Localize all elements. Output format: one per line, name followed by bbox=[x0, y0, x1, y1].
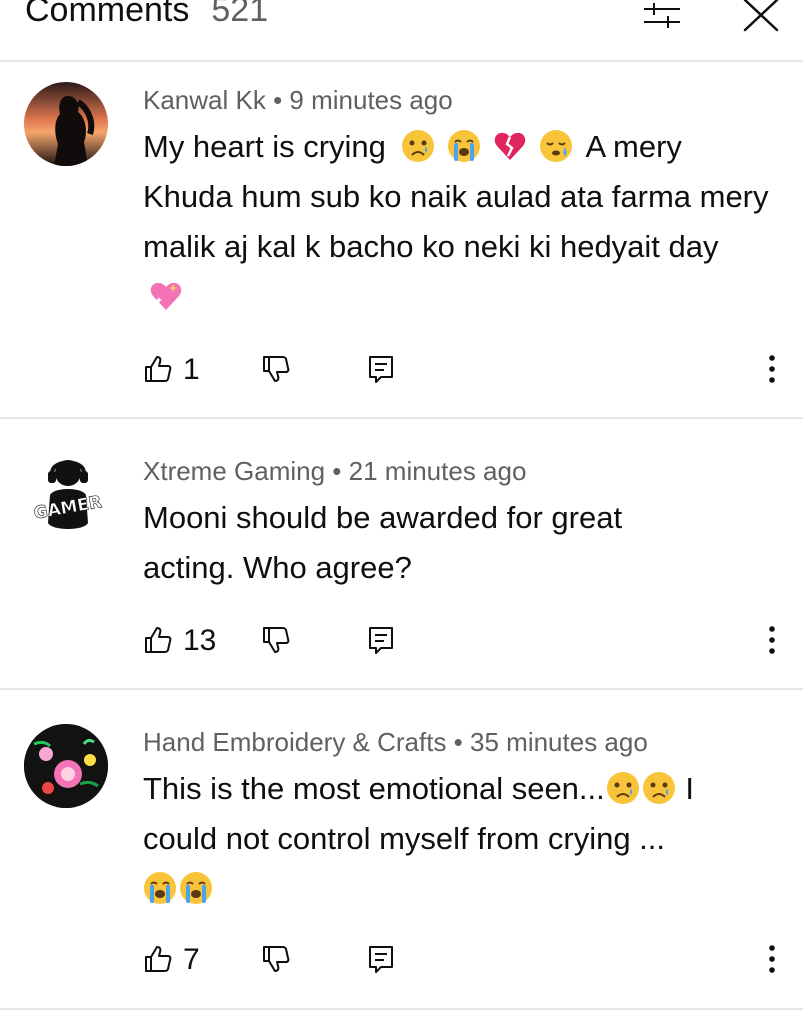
like-count: 7 bbox=[183, 943, 200, 976]
more-vert-icon[interactable] bbox=[763, 352, 781, 386]
thumbs-down-icon[interactable] bbox=[261, 354, 291, 384]
comment-item: Kanwal Kk • 9 minutes ago My heart is cr… bbox=[0, 62, 803, 418]
more-vert-icon[interactable] bbox=[763, 942, 781, 976]
crying-face-emoji bbox=[180, 872, 212, 904]
comment-item: GAMER Xtreme Gaming • 21 minutes ago Moo… bbox=[0, 419, 803, 689]
comment-text-part: This is the most emotional seen... bbox=[143, 771, 605, 806]
comment-text: My heart is crying A mery Khuda hum sub … bbox=[143, 122, 773, 322]
thumbs-up-icon[interactable] bbox=[143, 944, 173, 974]
reply-icon[interactable] bbox=[367, 944, 395, 974]
comment-author[interactable]: Xtreme Gaming bbox=[143, 456, 325, 486]
comment-actions: 1 bbox=[143, 350, 783, 390]
comments-header: Comments 521 bbox=[0, 0, 803, 62]
comment-time: 9 minutes ago bbox=[289, 85, 453, 115]
reply-icon[interactable] bbox=[367, 625, 395, 655]
meta-separator: • bbox=[325, 456, 349, 486]
page-title: Comments 521 bbox=[25, 0, 268, 32]
comments-title: Comments bbox=[25, 0, 190, 29]
gamer-avatar-icon: GAMER bbox=[32, 460, 104, 529]
crying-face-emoji bbox=[447, 130, 480, 162]
comment-time: 35 minutes ago bbox=[470, 727, 648, 757]
avatar-image-icon bbox=[24, 82, 108, 166]
avatar[interactable]: GAMER bbox=[24, 451, 108, 535]
reply-icon[interactable] bbox=[367, 354, 395, 384]
sleepy-face-emoji bbox=[539, 130, 572, 162]
close-icon[interactable] bbox=[740, 0, 782, 32]
comment-text: This is the most emotional seen... I cou… bbox=[143, 764, 773, 914]
comment-divider bbox=[0, 1008, 803, 1010]
embroidery-avatar-icon bbox=[24, 724, 108, 808]
comment-actions: 13 bbox=[143, 621, 783, 661]
comment-meta: Xtreme Gaming • 21 minutes ago bbox=[143, 455, 526, 487]
more-vert-icon[interactable] bbox=[763, 623, 781, 657]
sad-face-emoji bbox=[642, 772, 675, 804]
sparkling-heart-emoji bbox=[150, 282, 182, 310]
like-count: 13 bbox=[183, 624, 217, 657]
broken-heart-emoji bbox=[494, 132, 525, 160]
comment-actions: 7 bbox=[143, 940, 783, 980]
comment-author[interactable]: Hand Embroidery & Crafts bbox=[143, 727, 446, 757]
crying-face-emoji bbox=[144, 872, 176, 904]
thumbs-down-icon[interactable] bbox=[261, 944, 291, 974]
meta-separator: • bbox=[446, 727, 471, 757]
comment-time: 21 minutes ago bbox=[348, 456, 527, 486]
thumbs-down-icon[interactable] bbox=[261, 625, 291, 655]
comment-item: Hand Embroidery & Crafts • 35 minutes ag… bbox=[0, 690, 803, 1010]
like-count: 1 bbox=[183, 353, 200, 386]
comment-author[interactable]: Kanwal Kk bbox=[143, 85, 266, 115]
avatar[interactable] bbox=[24, 724, 108, 808]
comment-meta: Hand Embroidery & Crafts • 35 minutes ag… bbox=[143, 726, 648, 758]
comment-meta: Kanwal Kk • 9 minutes ago bbox=[143, 84, 453, 116]
thumbs-up-icon[interactable] bbox=[143, 354, 173, 384]
sad-face-emoji bbox=[606, 772, 639, 804]
comment-text: Mooni should be awarded for great acting… bbox=[143, 500, 623, 585]
meta-separator: • bbox=[265, 85, 290, 115]
thumbs-up-icon[interactable] bbox=[143, 625, 173, 655]
sliders-icon[interactable] bbox=[640, 0, 684, 30]
comment-text-part: My heart is crying bbox=[143, 129, 386, 164]
sad-face-emoji bbox=[401, 130, 434, 162]
avatar[interactable] bbox=[24, 82, 108, 166]
comments-count: 521 bbox=[211, 0, 269, 29]
